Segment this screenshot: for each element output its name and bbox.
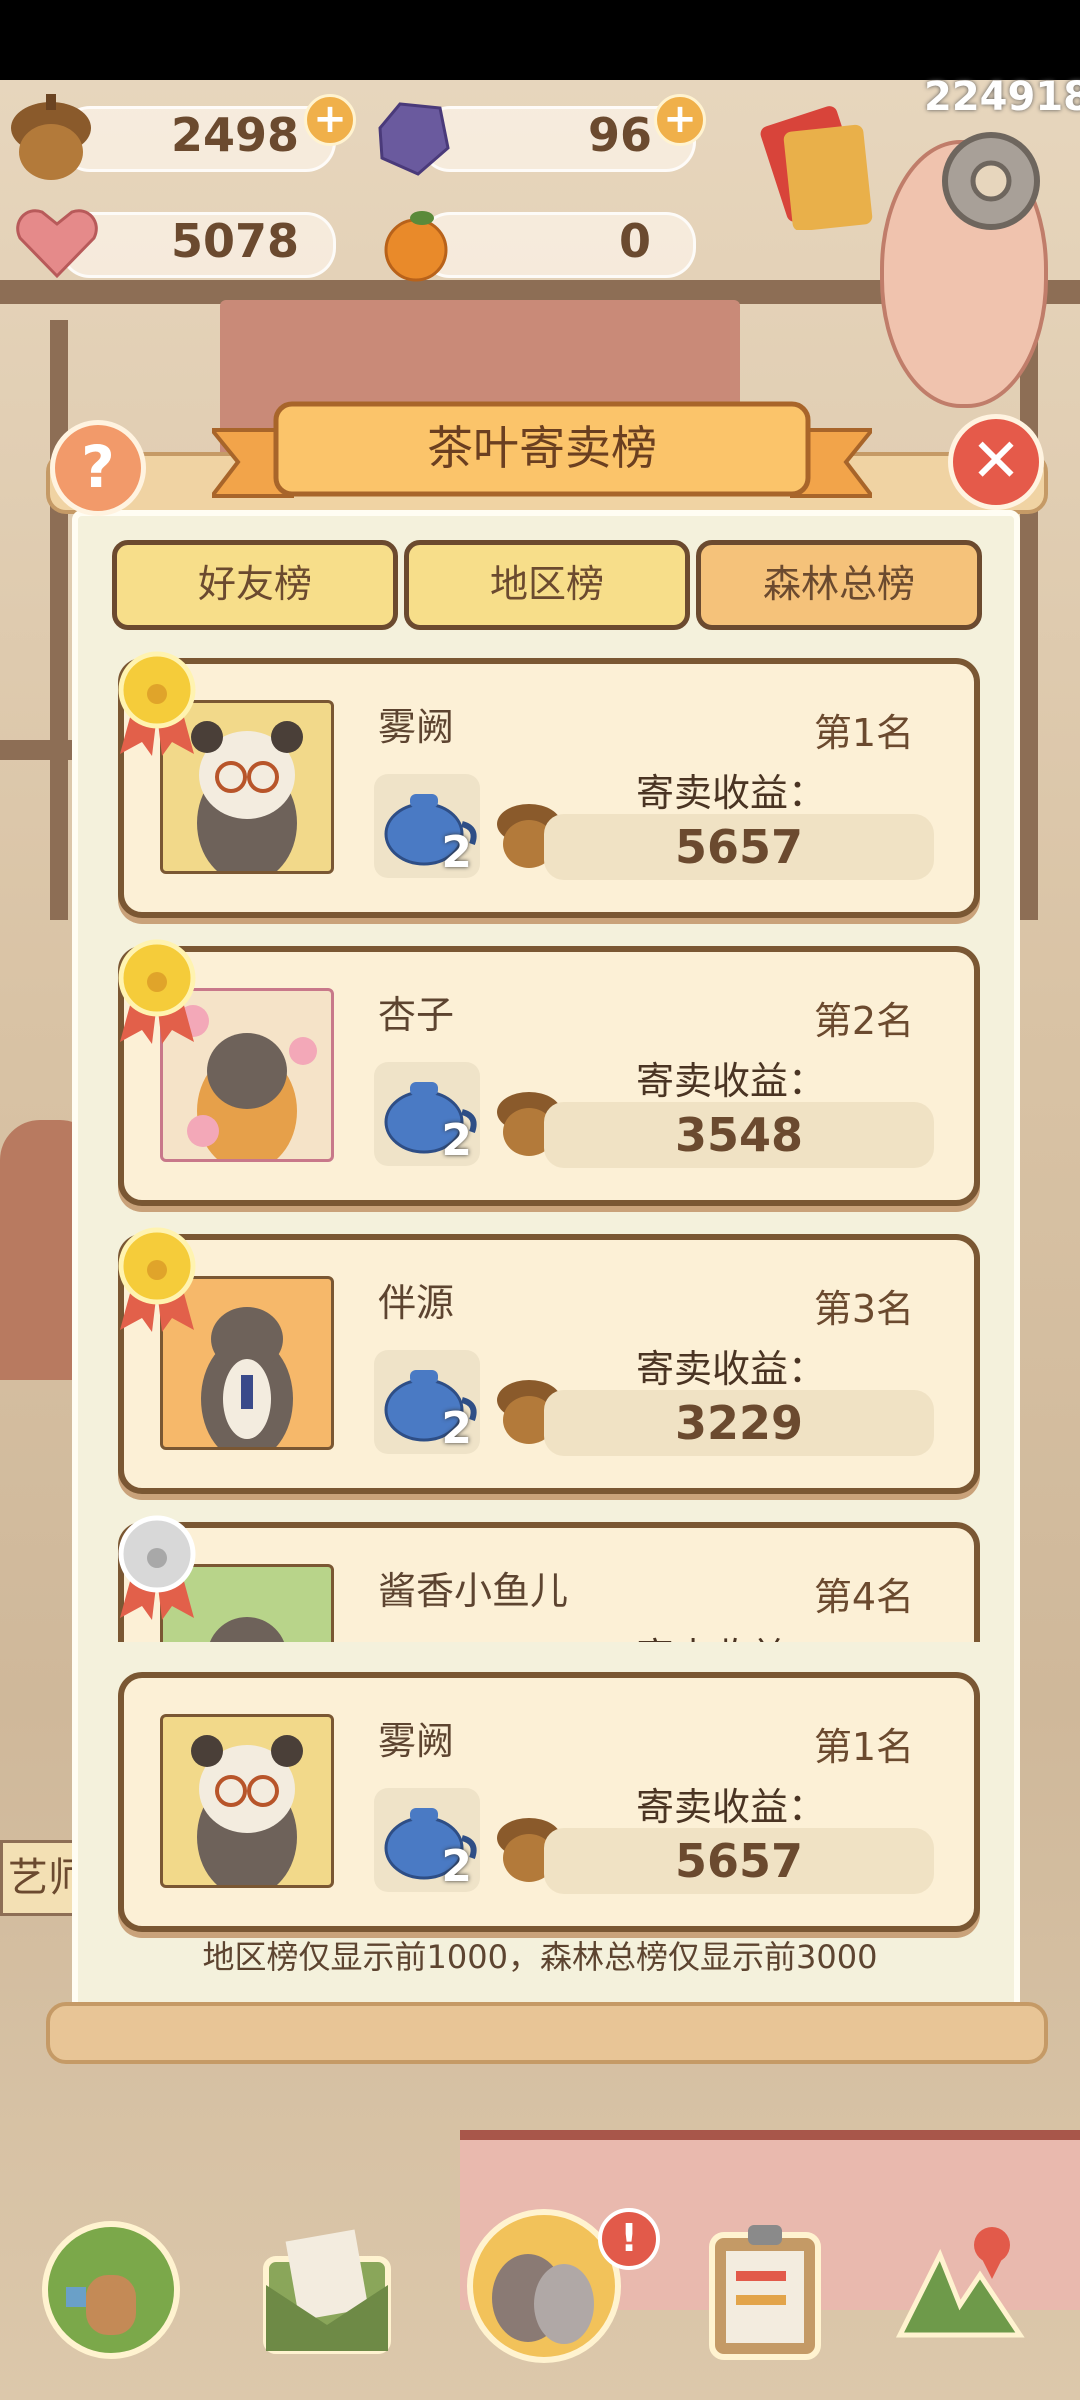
earnings-label: 寄卖收益： bbox=[636, 771, 827, 815]
nav-clipboard-button[interactable] bbox=[690, 2215, 840, 2365]
close-icon: ✕ bbox=[970, 426, 1022, 496]
self-leaderboard-entry: 雾阙 第1名 寄卖收益： 2 5657 bbox=[118, 1672, 980, 1932]
gem-icon bbox=[378, 102, 450, 176]
help-button[interactable]: ? bbox=[50, 420, 146, 516]
earnings-label: 寄卖收益： bbox=[636, 1626, 826, 1642]
nav-map-button[interactable] bbox=[880, 2215, 1030, 2365]
player-rank: 第4名 bbox=[813, 1575, 914, 1619]
teapot-count: 2 bbox=[441, 1841, 472, 1892]
player-name: 雾阙 bbox=[378, 705, 455, 749]
envelope-icon bbox=[263, 2229, 391, 2354]
heart-gem-icon bbox=[16, 209, 98, 279]
clipboard-icon bbox=[709, 2225, 821, 2360]
nav-home-button[interactable] bbox=[36, 2215, 186, 2365]
player-rank: 第1名 bbox=[813, 1725, 914, 1769]
tab-forest-total[interactable]: 森林总榜 bbox=[696, 540, 982, 630]
player-rank: 第2名 bbox=[813, 999, 914, 1043]
teapot-count: 2 bbox=[441, 827, 472, 878]
earnings-label: 寄卖收益： bbox=[636, 1347, 827, 1391]
gold-medal-icon bbox=[118, 1227, 196, 1332]
player-name: 杏子 bbox=[378, 993, 455, 1037]
wood-pillar bbox=[1020, 320, 1038, 920]
player-name: 伴源 bbox=[378, 1281, 455, 1325]
silver-medal-icon bbox=[118, 1515, 196, 1620]
notification-badge: ! bbox=[598, 2208, 660, 2270]
leaderboard-list[interactable]: 雾阙 第1名 寄卖收益： 2 5657 杏子 第2名 寄卖收益： 2 3548 … bbox=[100, 640, 980, 1642]
add-gem-button[interactable]: + bbox=[654, 94, 706, 146]
acorn-count: 2498 bbox=[170, 108, 300, 162]
player-avatar bbox=[160, 1714, 334, 1888]
leaderboard-entry[interactable]: 杏子 第2名 寄卖收益： 2 3548 bbox=[118, 939, 980, 1206]
player-rank: 第3名 bbox=[813, 1287, 914, 1331]
player-name: 酱香小鱼儿 bbox=[378, 1569, 569, 1613]
orange-icon bbox=[384, 211, 448, 282]
tab-region[interactable]: 地区榜 bbox=[404, 540, 690, 630]
teapot-count: 2 bbox=[441, 1115, 472, 1166]
leaderboard-entry[interactable]: 酱香小鱼儿 第4名 寄卖收益： bbox=[118, 1515, 980, 1642]
panda-otter-icon bbox=[191, 1735, 303, 1885]
teapot-slot: 2 bbox=[374, 1350, 480, 1454]
red-envelope-icon[interactable] bbox=[752, 100, 882, 230]
earnings-label: 寄卖收益： bbox=[636, 1785, 827, 1829]
map-pin-icon bbox=[895, 2227, 1025, 2338]
teapot-slot: 2 bbox=[374, 774, 480, 878]
teapot-slot: 2 bbox=[374, 1788, 480, 1892]
gold-medal-icon bbox=[118, 651, 196, 756]
gear-icon[interactable] bbox=[928, 118, 1054, 244]
nav-center-button[interactable]: ! bbox=[464, 2206, 660, 2366]
tab-friends[interactable]: 好友榜 bbox=[112, 540, 398, 630]
gold-medal-icon bbox=[118, 939, 196, 1044]
earnings-value: 3548 bbox=[674, 1108, 804, 1162]
earnings-label: 寄卖收益： bbox=[636, 1059, 827, 1103]
orange-count: 0 bbox=[618, 214, 651, 268]
acorn-icon bbox=[11, 94, 91, 180]
panel-title: 茶叶寄卖榜 bbox=[427, 421, 657, 475]
player-rank: 第1名 bbox=[813, 711, 914, 755]
heart-count: 5078 bbox=[170, 214, 300, 268]
question-icon: ? bbox=[81, 433, 115, 501]
footer-note: 地区榜仅显示前1000，森林总榜仅显示前3000 bbox=[202, 1938, 878, 1976]
wood-beam bbox=[0, 740, 80, 760]
earnings-value: 3229 bbox=[674, 1396, 804, 1450]
leaderboard-entry[interactable]: 雾阙 第1名 寄卖收益： 2 5657 bbox=[118, 651, 980, 918]
add-acorn-button[interactable]: + bbox=[304, 94, 356, 146]
scroll-bottom-rod bbox=[46, 2002, 1048, 2064]
close-button[interactable]: ✕ bbox=[948, 414, 1044, 510]
leaderboard-entry[interactable]: 伴源 第3名 寄卖收益： 2 3229 bbox=[118, 1227, 980, 1494]
earnings-value: 5657 bbox=[674, 1834, 804, 1888]
earnings-value: 5657 bbox=[674, 820, 804, 874]
player-id: 224918 bbox=[924, 74, 1080, 120]
player-name: 雾阙 bbox=[378, 1719, 455, 1763]
teapot-slot: 2 bbox=[374, 1062, 480, 1166]
treehouse-icon bbox=[42, 2221, 180, 2359]
nav-mail-button[interactable] bbox=[252, 2215, 402, 2365]
teapot-count: 2 bbox=[441, 1403, 472, 1454]
wood-pillar bbox=[50, 320, 68, 920]
